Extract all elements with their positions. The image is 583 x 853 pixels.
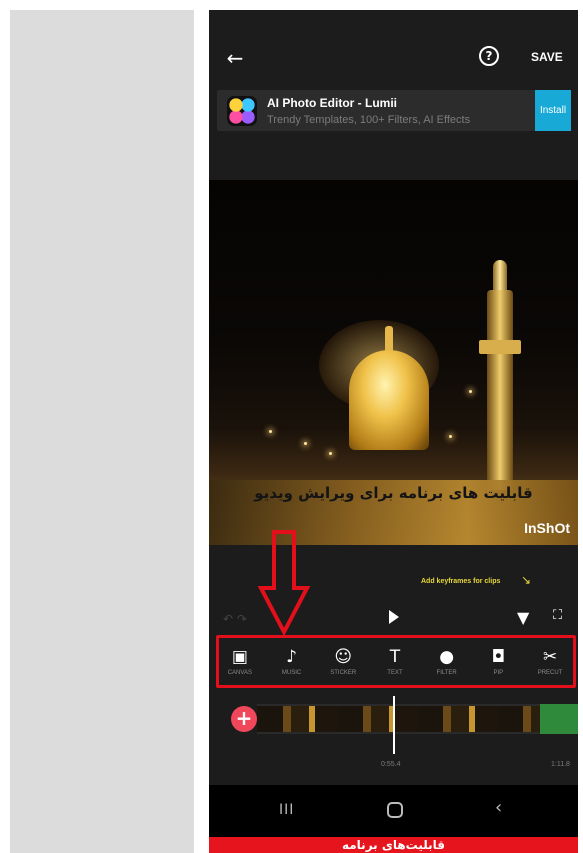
footer-banner: قابلیت‌های برنامه	[209, 837, 578, 853]
ad-subtitle: Trendy Templates, 100+ Filters, AI Effec…	[267, 114, 471, 126]
fullscreen-icon[interactable]: ⛶	[553, 608, 562, 623]
light-glint	[304, 442, 307, 445]
keyframe-add-icon[interactable]: ▼	[517, 608, 529, 627]
light-glint	[269, 430, 272, 433]
playhead[interactable]	[393, 696, 395, 754]
clip-thumbnail-strip[interactable]	[257, 704, 578, 734]
hint-arrow-icon: ↘	[521, 573, 532, 587]
video-caption: قابلیت های برنامه برای ویرایش ویدیو	[254, 484, 533, 502]
minaret	[487, 290, 513, 490]
light-glint	[329, 452, 332, 455]
save-button[interactable]: SAVE	[531, 50, 563, 64]
current-time: 0:55.4	[381, 761, 401, 768]
keyframe-hint: Add keyframes for clips	[421, 578, 501, 585]
editor-top-bar: ← ? SAVE	[209, 10, 578, 88]
lumii-logo-icon	[227, 96, 257, 126]
video-preview[interactable]: قابلیت های برنامه برای ویرایش ویدیو InSh…	[209, 180, 578, 545]
play-icon[interactable]	[389, 610, 399, 624]
phone-screen: ← ? SAVE AI Photo Editor - Lumii Trendy …	[209, 10, 578, 837]
timeline[interactable]: +	[209, 696, 578, 754]
inshot-watermark[interactable]: InShOt	[524, 520, 570, 536]
ad-banner[interactable]: AI Photo Editor - Lumii Trendy Templates…	[217, 90, 571, 131]
left-gray-panel	[10, 10, 194, 853]
toolbar-highlight-frame	[216, 635, 576, 688]
minaret-balcony	[479, 340, 521, 354]
back-arrow-icon[interactable]: ←	[223, 46, 247, 70]
help-icon[interactable]: ?	[479, 46, 499, 66]
red-down-arrow-icon	[258, 530, 310, 636]
clip-end-thumbnail[interactable]	[540, 704, 578, 734]
page: ← ? SAVE AI Photo Editor - Lumii Trendy …	[0, 0, 583, 853]
recent-apps-icon[interactable]: III	[279, 802, 294, 818]
undo-icon[interactable]: ↶ ↷	[223, 612, 247, 626]
android-nav-bar: III ‹	[209, 785, 578, 837]
home-icon[interactable]	[387, 802, 403, 818]
add-clip-button[interactable]: +	[231, 706, 257, 732]
total-time: 1:11.8	[551, 761, 570, 768]
ad-install-button[interactable]: Install	[535, 90, 571, 131]
golden-dome	[349, 350, 429, 450]
ad-title: AI Photo Editor - Lumii	[267, 96, 397, 110]
light-glint	[469, 390, 472, 393]
nav-back-icon[interactable]: ‹	[495, 797, 502, 818]
light-glint	[449, 435, 452, 438]
